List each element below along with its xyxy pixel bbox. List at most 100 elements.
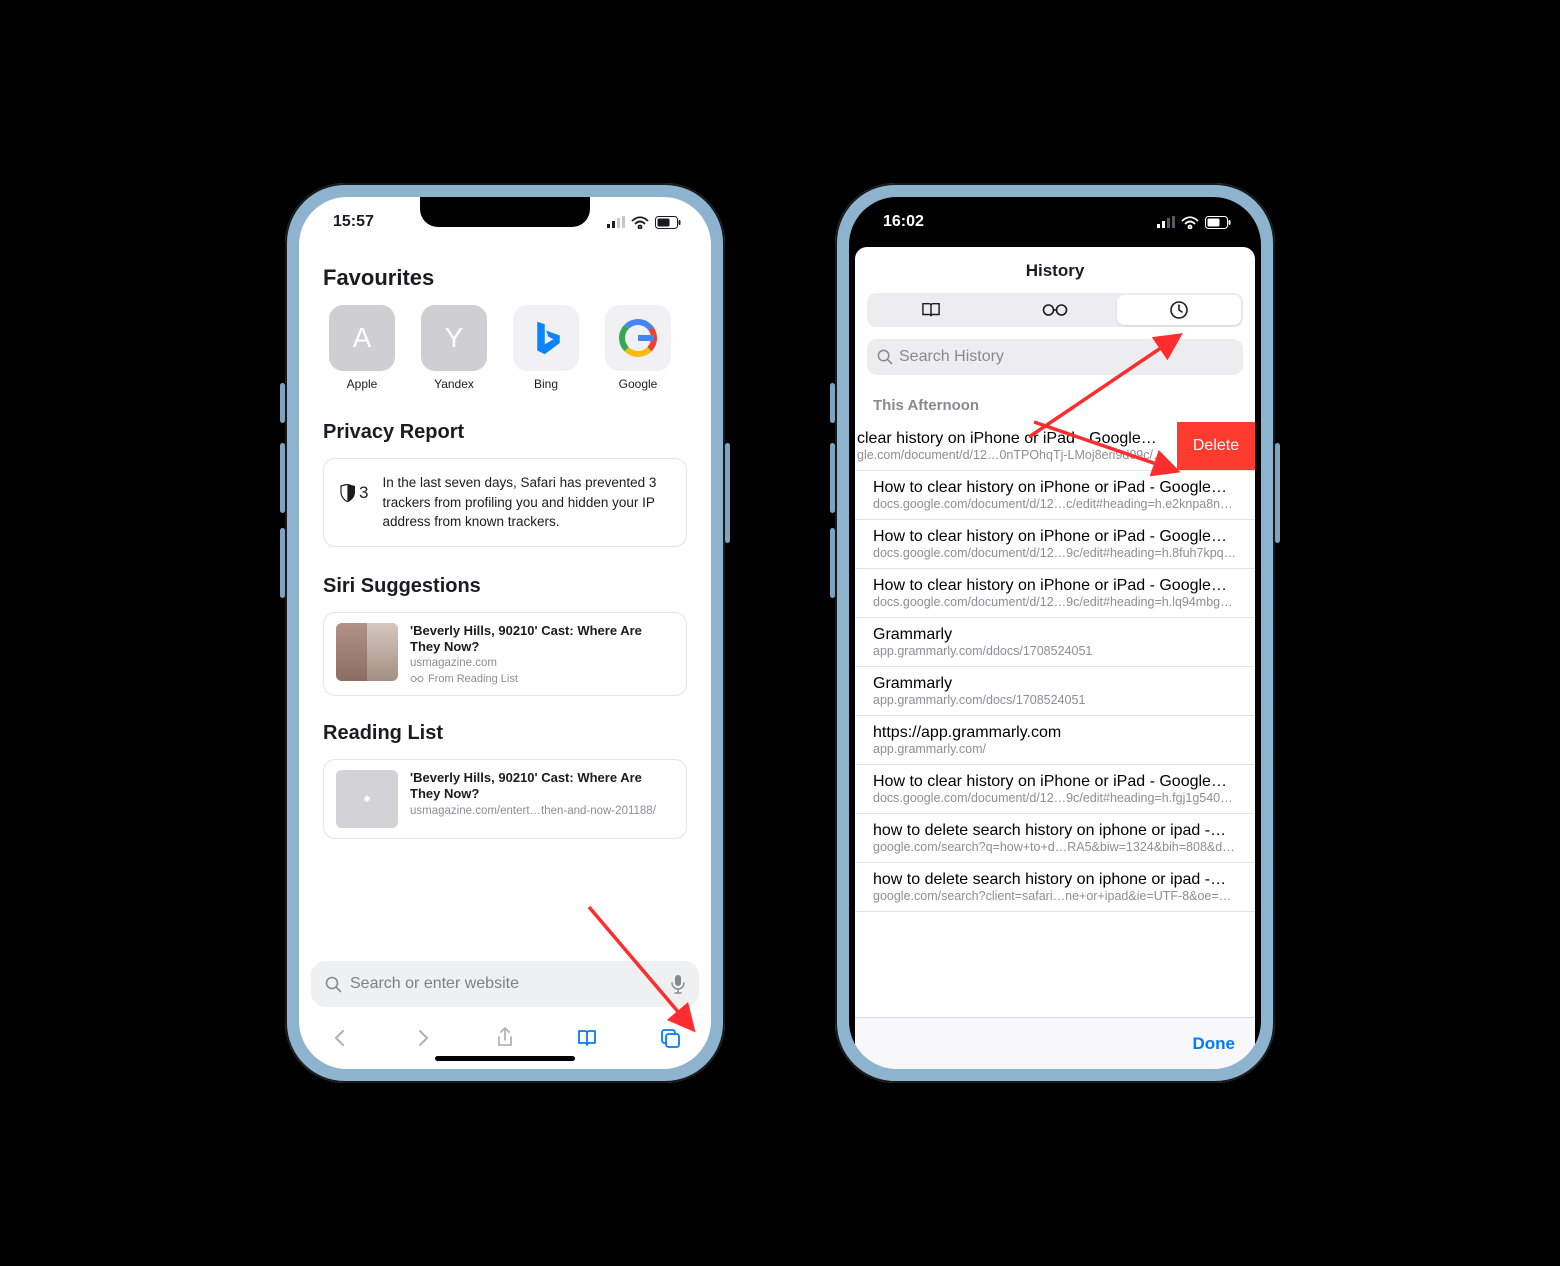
history-row[interactable]: How to clear history on iPhone or iPad -… [855,471,1255,520]
history-item-url: docs.google.com/document/d/12…9c/edit#he… [873,791,1237,805]
history-row[interactable]: Grammarlyapp.grammarly.com/ddocs/1708524… [855,618,1255,667]
history-group-title: This Afternoon [855,385,1255,422]
favourite-google[interactable]: Google [599,305,677,391]
power-button [725,443,730,543]
reading-item-url: usmagazine.com/entert…then-and-now-20118… [410,805,674,817]
shield-count: 3 [340,483,368,503]
book-icon [920,301,942,319]
history-item-url: docs.google.com/document/d/12…c/edit#hea… [873,497,1237,511]
favourite-yandex[interactable]: Y Yandex [415,305,493,391]
status-time: 16:02 [883,213,924,231]
history-row[interactable]: How to clear history on iPhone or iPad -… [855,765,1255,814]
history-item-url: gle.com/document/d/12…0nTPOhqTj-LMoj8eri… [857,448,1167,462]
search-icon [877,349,893,365]
search-history-field[interactable]: Search History [867,339,1243,375]
privacy-heading: Privacy Report [323,421,687,444]
favourites-heading: Favourites [323,265,687,291]
favourite-label: Google [599,377,677,391]
glasses-icon [410,675,424,683]
siri-item-title: 'Beverly Hills, 90210' Cast: Where Are T… [410,623,674,656]
history-item-title: how to delete search history on iphone o… [873,871,1237,889]
history-item-title: How to clear history on iPhone or iPad -… [873,773,1237,791]
history-row[interactable]: how to delete search history on iphone o… [855,814,1255,863]
segment-history[interactable] [1117,295,1241,325]
history-row[interactable]: How to clear history on iPhone or iPad -… [855,520,1255,569]
favourite-bing[interactable]: Bing [507,305,585,391]
siri-thumbnail [336,623,398,681]
delete-button[interactable]: Delete [1177,422,1255,470]
share-button[interactable] [493,1026,517,1055]
segmented-control[interactable] [867,293,1243,327]
favourite-apple[interactable]: A Apple [323,305,401,391]
status-time: 15:57 [333,213,374,231]
bottom-bar: Done [855,1017,1255,1069]
history-list[interactable]: This Afternoon clear history on iPhone o… [855,385,1255,1017]
favourite-label: Bing [507,377,585,391]
favourite-tile-apple: A [329,305,395,371]
siri-item-source: usmagazine.com [410,657,674,669]
reading-item-title: 'Beverly Hills, 90210' Cast: Where Are T… [410,770,674,803]
siri-heading: Siri Suggestions [323,575,687,598]
battery-icon [1205,216,1231,229]
shield-icon [340,484,356,502]
reading-list-thumbnail: ✱ [336,770,398,828]
volume-up-button [280,443,285,513]
volume-down-button [830,528,835,598]
cellular-icon [607,216,625,228]
wifi-icon [1181,216,1199,229]
segment-reading-list[interactable] [993,295,1117,325]
favourite-tile-yandex: Y [421,305,487,371]
home-indicator [435,1056,575,1061]
notch [420,197,590,227]
history-sheet: History Search History This Afternoon [855,247,1255,1069]
history-item-title: How to clear history on iPhone or iPad -… [873,528,1237,546]
wifi-icon [631,216,649,229]
mute-switch [280,383,285,423]
address-placeholder: Search or enter website [350,975,663,993]
history-item-title: How to clear history on iPhone or iPad -… [873,577,1237,595]
history-item-url: google.com/search?client=safari…ne+or+ip… [873,889,1237,903]
reading-list-card[interactable]: ✱ 'Beverly Hills, 90210' Cast: Where Are… [323,759,687,839]
search-icon [325,976,342,993]
done-button[interactable]: Done [1193,1034,1236,1054]
history-row[interactable]: How to clear history on iPhone or iPad -… [855,569,1255,618]
history-item-title: clear history on iPhone or iPad - Google… [857,430,1167,448]
sheet-title: History [855,247,1255,293]
favourite-label: Yandex [415,377,493,391]
bing-icon [513,305,579,371]
history-item-title: https://app.grammarly.com [873,724,1237,742]
history-row[interactable]: Grammarlyapp.grammarly.com/docs/17085240… [855,667,1255,716]
notch [970,197,1140,227]
history-item-url: docs.google.com/document/d/12…9c/edit#he… [873,546,1237,560]
history-item-url: app.grammarly.com/docs/1708524051 [873,693,1237,707]
segment-bookmarks[interactable] [869,295,993,325]
mic-icon[interactable] [671,974,685,994]
privacy-report-card[interactable]: 3 In the last seven days, Safari has pre… [323,458,687,547]
history-item-title: Grammarly [873,675,1237,693]
history-item-url: app.grammarly.com/ [873,742,1237,756]
battery-icon [655,216,681,229]
google-icon [605,305,671,371]
history-row[interactable]: clear history on iPhone or iPad - Google… [855,422,1255,471]
power-button [1275,443,1280,543]
history-item-title: Grammarly [873,626,1237,644]
history-item-url: docs.google.com/document/d/12…9c/edit#he… [873,595,1237,609]
clock-icon [1169,300,1189,320]
history-item-url: google.com/search?q=how+to+d…RA5&biw=132… [873,840,1237,854]
history-row[interactable]: https://app.grammarly.comapp.grammarly.c… [855,716,1255,765]
phone-left: 15:57 Favourites A Apple Y Yandex [285,183,725,1083]
bookmarks-button[interactable] [575,1026,599,1055]
history-item-title: how to delete search history on iphone o… [873,822,1237,840]
forward-button[interactable] [411,1026,435,1055]
cellular-icon [1157,216,1175,228]
favourite-label: Apple [323,377,401,391]
phone-right: 16:02 History S [835,183,1275,1083]
tabs-button[interactable] [658,1026,682,1055]
mute-switch [830,383,835,423]
history-row[interactable]: how to delete search history on iphone o… [855,863,1255,912]
siri-item-from: From Reading List [410,673,674,685]
siri-suggestion-card[interactable]: 'Beverly Hills, 90210' Cast: Where Are T… [323,612,687,697]
back-button[interactable] [328,1026,352,1055]
reading-list-heading: Reading List [323,722,687,745]
address-bar[interactable]: Search or enter website [311,961,699,1007]
